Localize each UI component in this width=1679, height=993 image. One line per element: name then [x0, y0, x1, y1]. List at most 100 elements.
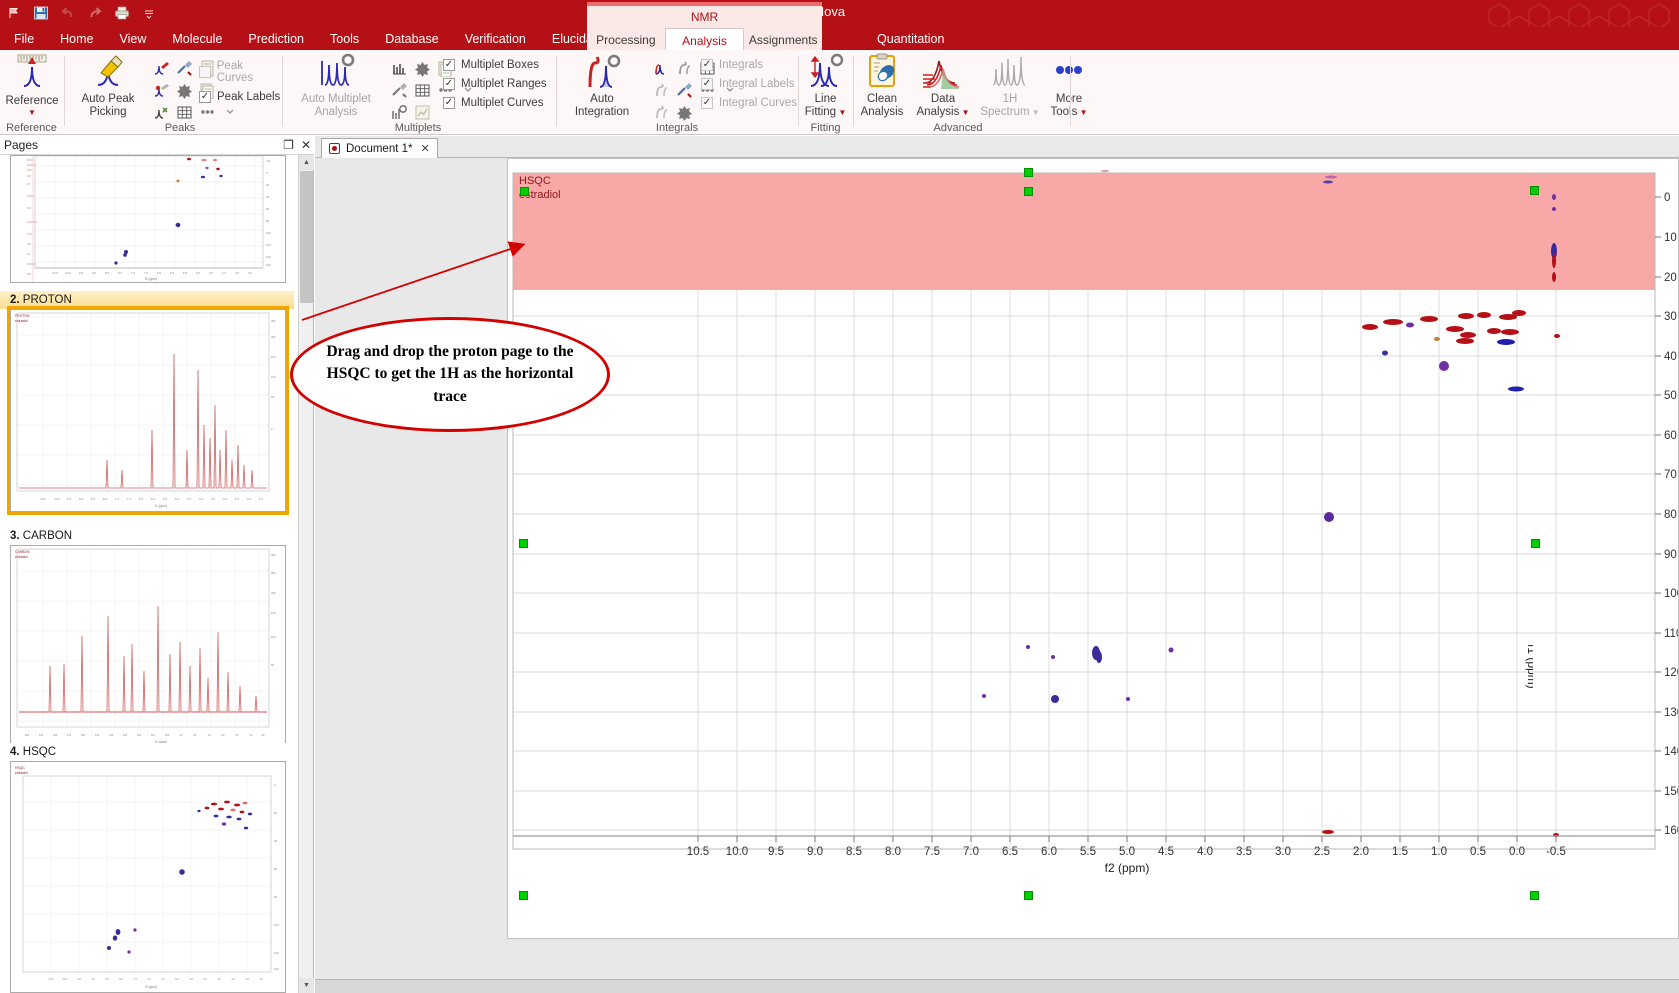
page-thumbnail-1[interactable]: 10.5 10.0 9.5 9.0 8.5 8.0 7.5 7.0 6.5 6.0 5.5 5.… [10, 155, 286, 283]
undock-icon[interactable]: ❐ [283, 139, 294, 151]
menu-item-view[interactable]: View [107, 29, 160, 49]
data-analysis-button[interactable]: Data Analysis ▼ [912, 53, 974, 119]
reference-dropdown-caret[interactable]: ▼ [28, 108, 36, 117]
ribbon-group-label-advanced: Advanced [933, 122, 983, 134]
multiplet-curves-checkbox[interactable]: ✓ [443, 97, 455, 109]
document-tab-1[interactable]: Document 1* ✕ [321, 138, 438, 158]
multiplet-delete-icon[interactable] [412, 58, 432, 78]
handle-left-middle[interactable] [519, 539, 528, 548]
auto-multiplet-analysis-button[interactable]: Auto Multiplet Analysis [289, 53, 383, 119]
integral-tools-icon[interactable] [674, 80, 694, 100]
menu-item-home[interactable]: Home [47, 29, 106, 49]
svg-text:6.5: 6.5 [1002, 846, 1018, 858]
page-2-preview[interactable]: PROTON estradiol 10.5 10.0 9.5 9.0 8.5 8.0 7… [7, 306, 289, 515]
peak-more-caret-icon[interactable] [220, 102, 240, 122]
peak-tools-icon[interactable] [174, 58, 194, 78]
hsqc-spectrum-plot[interactable]: HSQC estradiol 10.5 10.0 9.5 9.0 8.5 8.0… [508, 159, 1678, 938]
tab-processing[interactable]: Processing [587, 28, 665, 52]
handle-bottom-center[interactable] [1024, 891, 1033, 900]
reference-button[interactable]: Reference ▼ [0, 53, 64, 117]
line-fitting-button[interactable]: Line Fitting ▼ [794, 53, 857, 119]
page-3-preview[interactable]: CARBON estradiol 200 190 180 170 160 150 140… [10, 545, 286, 748]
svg-text:10.0: 10.0 [65, 271, 71, 275]
page-thumbnail-2[interactable]: 2. PROTON PROTON estradiol 10.5 10.0 9.5… [0, 291, 294, 517]
tab-assignments[interactable]: Assignments [744, 28, 822, 52]
peaks-checkboxes[interactable]: Peak Curves ✓ Peak Labels [199, 60, 281, 103]
menu-item-molecule[interactable]: Molecule [159, 29, 235, 49]
close-tab-icon[interactable]: ✕ [420, 142, 429, 155]
svg-text:1.5: 1.5 [259, 497, 264, 501]
line-fitting-caret[interactable]: ▼ [836, 108, 846, 117]
integral-curves-checkbox-row[interactable]: ✓ Integral Curves [701, 97, 797, 109]
multiplet-tools-icon[interactable] [389, 80, 409, 100]
menu-item-prediction[interactable]: Prediction [235, 29, 317, 49]
more-tools-button[interactable]: More Tools ▼ [1041, 53, 1097, 119]
data-analysis-caret[interactable]: ▼ [959, 108, 970, 117]
peak-curves-checkbox[interactable] [199, 66, 211, 78]
multiplet-manual-icon[interactable] [389, 58, 409, 78]
peak-labels-checkbox-row[interactable]: ✓ Peak Labels [199, 91, 281, 103]
multiplet-table-icon[interactable] [412, 80, 432, 100]
handle-top-center[interactable] [1024, 168, 1033, 177]
spectrum-canvas[interactable]: HSQC estradiol 10.5 10.0 9.5 9.0 8.5 8.0… [507, 158, 1679, 939]
integral-curves-checkbox[interactable]: ✓ [701, 97, 713, 109]
handle-bottom-left[interactable] [519, 891, 528, 900]
multiplet-ranges-checkbox-row[interactable]: ✓ Multiplet Ranges [443, 78, 547, 90]
multiplet-ranges-checkbox[interactable]: ✓ [443, 78, 455, 90]
integral-labels-checkbox[interactable]: ✓ [701, 78, 713, 90]
pages-scroll-up-icon[interactable]: ▲ [299, 155, 314, 170]
multiplet-boxes-checkbox-row[interactable]: ✓ Multiplet Boxes [443, 59, 547, 71]
page-1-preview[interactable]: 10.5 10.0 9.5 9.0 8.5 8.0 7.5 7.0 6.5 6.0 5.5 5.… [10, 155, 286, 283]
handle-spec-top-left[interactable] [520, 187, 529, 196]
auto-integration-button[interactable]: Auto Integration [561, 53, 643, 119]
page-thumbnail-4[interactable]: 4. HSQC HSQC estradiol 10.5 10.0 9.5 9.0… [10, 743, 286, 993]
page-4-preview[interactable]: HSQC estradiol 10.5 10.0 9.5 9.0 8.5 8.0… [10, 761, 286, 993]
horizontal-scrollbar[interactable] [315, 979, 1679, 993]
page-thumbnail-3[interactable]: 3. CARBON CARBON estradiol 200 190 180 1… [10, 527, 286, 753]
peak-curves-checkbox-row[interactable]: Peak Curves [199, 60, 281, 84]
peak-labels-checkbox[interactable]: ✓ [199, 91, 211, 103]
tab-analysis[interactable]: Analysis [664, 28, 745, 52]
close-icon[interactable]: ✕ [301, 139, 311, 151]
integral-edit-icon[interactable] [674, 58, 694, 78]
handle-bottom-right[interactable] [1530, 891, 1539, 900]
clean-analysis-button[interactable]: Clean Analysis [854, 53, 910, 119]
menu-item-tools[interactable]: Tools [317, 29, 372, 49]
peak-labels-label: Peak Labels [217, 91, 281, 103]
peak-grid-icon[interactable] [174, 102, 194, 122]
integrals-checkbox[interactable]: ✓ [701, 59, 713, 71]
menu-item-verification[interactable]: Verification [452, 29, 539, 49]
handle-right-middle[interactable] [1531, 539, 1540, 548]
peak-pick-drop-icon[interactable] [151, 80, 171, 100]
menu-item-quantitation[interactable]: Quantitation [864, 29, 957, 49]
multiplets-checkboxes[interactable]: ✓ Multiplet Boxes ✓ Multiplet Ranges ✓ M… [443, 59, 547, 109]
contextual-tabs[interactable]: Processing Analysis Assignments [587, 28, 822, 52]
integral-delete-icon[interactable] [674, 102, 694, 122]
svg-text:6.5: 6.5 [139, 497, 144, 501]
auto-peak-picking-button[interactable]: Auto Peak Picking [72, 53, 144, 119]
menu-item-database[interactable]: Database [372, 29, 452, 49]
integrals-checkbox-row[interactable]: ✓ Integrals [701, 59, 797, 71]
peak-fit-icon[interactable] [151, 102, 171, 122]
more-tools-caret[interactable]: ▼ [1077, 108, 1088, 117]
multiplet-curves-checkbox-row[interactable]: ✓ Multiplet Curves [443, 97, 547, 109]
page-4-name: HSQC [22, 746, 57, 758]
peak-pick-manual-icon[interactable] [151, 58, 171, 78]
integrals-checkboxes[interactable]: ✓ Integrals ✓ Integral Labels ✓ Integral… [701, 59, 797, 109]
peak-more-icon[interactable] [197, 102, 217, 122]
peak-delete-icon[interactable] [174, 80, 194, 100]
svg-text:3.5: 3.5 [211, 497, 216, 501]
1h-spectrum-caret[interactable]: ▼ [1030, 108, 1040, 117]
multiplet-boxes-checkbox[interactable]: ✓ [443, 59, 455, 71]
handle-spec-top-right[interactable] [1530, 186, 1539, 195]
svg-text:180: 180 [53, 733, 58, 737]
multiplet-fit-icon[interactable] [389, 102, 409, 122]
1h-spectrum-button[interactable]: 1H Spectrum ▼ [979, 53, 1041, 119]
integral-manual-icon[interactable] [651, 58, 671, 78]
handle-spec-top-center[interactable] [1024, 187, 1033, 196]
integral-labels-checkbox-row[interactable]: ✓ Integral Labels [701, 78, 797, 90]
svg-text:8.5: 8.5 [105, 271, 110, 275]
svg-text:10: 10 [1664, 232, 1677, 244]
pages-scroll-down-icon[interactable]: ▼ [299, 978, 314, 993]
menu-item-file[interactable]: File [0, 29, 47, 49]
